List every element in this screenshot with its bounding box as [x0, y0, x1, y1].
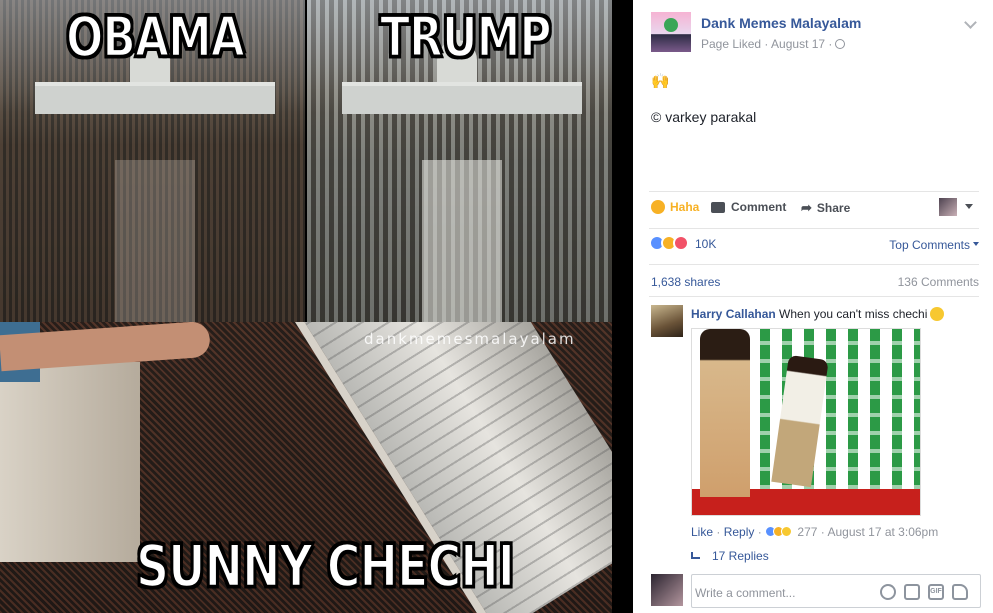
wow-reaction-icon — [781, 526, 793, 537]
caret-down-icon[interactable] — [965, 204, 973, 209]
page-name-link[interactable]: Dank Memes Malayalam — [701, 15, 861, 31]
camera-icon[interactable] — [904, 584, 920, 600]
share-button[interactable]: ➦ Share — [801, 200, 850, 216]
capitol-building — [342, 82, 582, 114]
post-sidebar: Dank Memes Malayalam Page Liked · August… — [633, 0, 993, 613]
crowd-mall — [115, 160, 195, 322]
view-replies-link[interactable]: 17 Replies — [691, 549, 769, 563]
reply-arrow-icon — [691, 552, 700, 559]
haha-icon — [651, 200, 665, 214]
shares-count[interactable]: 1,638 shares — [651, 275, 720, 289]
post-meta: Page Liked · August 17 · — [701, 37, 846, 51]
share-icon: ➦ — [801, 200, 812, 215]
post-emoji: 🙌 — [651, 73, 670, 90]
page-avatar[interactable] — [651, 12, 691, 52]
comment-timestamp[interactable]: August 17 at 3:06pm — [827, 525, 938, 539]
comment-input-placeholder: Write a comment... — [695, 586, 796, 600]
comment-icon — [711, 202, 725, 213]
woman-figure — [700, 329, 750, 497]
reactions-count[interactable]: 10K — [695, 237, 716, 251]
post-meta-text: Page Liked · August 17 · — [701, 37, 833, 51]
comment-button[interactable]: Comment — [711, 200, 786, 214]
building — [0, 362, 140, 562]
comment-reaction-count[interactable]: 277 — [797, 525, 817, 539]
comment-composer: Write a comment... GIF — [651, 574, 981, 608]
share-label: Share — [816, 201, 851, 215]
post-text: © varkey parakal — [651, 109, 757, 125]
comment-label: Comment — [731, 200, 787, 214]
globe-icon — [835, 39, 846, 49]
comment-photo[interactable] — [691, 328, 921, 516]
comment-text: When you can't miss chechi — [779, 307, 928, 321]
comments-count: 136 Comments — [897, 275, 979, 289]
capitol-building — [35, 82, 275, 114]
comments-list: Harry Callahan When you can't miss chech… — [649, 296, 979, 613]
action-bar: Haha Comment ➦ Share — [649, 191, 979, 223]
commenter-avatar[interactable] — [651, 305, 683, 337]
gif-icon[interactable]: GIF — [928, 584, 944, 600]
comment-input[interactable]: Write a comment... GIF — [691, 574, 981, 608]
comment-body: Harry Callahan When you can't miss chech… — [691, 307, 976, 321]
chevron-down-icon[interactable] — [964, 16, 977, 29]
counts-row: 1,638 shares 136 Comments — [649, 264, 979, 296]
viewer-avatar — [651, 574, 683, 606]
comment-reply-link[interactable]: Reply — [724, 525, 755, 539]
comment-like-link[interactable]: Like — [691, 525, 713, 539]
love-reaction-icon — [673, 235, 689, 251]
smile-emoji-icon — [930, 307, 945, 321]
viewer-avatar[interactable] — [939, 198, 957, 216]
sticker-icon[interactable] — [952, 584, 968, 600]
comment-meta: Like · Reply · 277 · August 17 at 3:06pm — [691, 525, 939, 539]
meme-caption-obama: OBAMA — [65, 5, 246, 71]
top-comments-dropdown[interactable]: Top Comments — [889, 238, 979, 252]
post-photo[interactable]: OBAMA TRUMP dankmemesmalayalam SUNNY CHE… — [0, 0, 612, 613]
haha-button[interactable]: Haha — [651, 200, 699, 214]
meme-caption-sunny: SUNNY CHECHI — [135, 531, 516, 601]
crowd-mall — [422, 160, 502, 322]
haha-label: Haha — [670, 200, 700, 214]
reactions-row: 10K Top Comments — [649, 228, 979, 262]
meme-caption-trump: TRUMP — [379, 5, 553, 71]
comment-author[interactable]: Harry Callahan — [691, 307, 776, 321]
emoji-icon[interactable] — [880, 584, 896, 600]
post-header: Dank Memes Malayalam Page Liked · August… — [651, 12, 981, 54]
replies-label: 17 Replies — [712, 549, 769, 563]
watermark: dankmemesmalayalam — [364, 330, 576, 348]
